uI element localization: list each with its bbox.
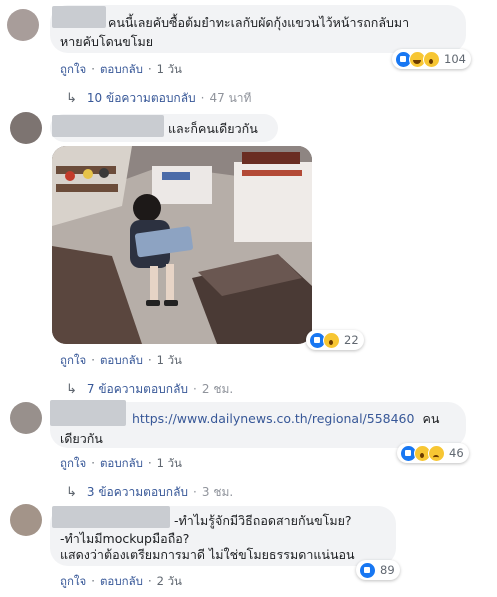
comment-text-line-3: แสดงว่าต้องเตรียมการมาดี ไม่ใช่ขโมยธรรมด… <box>60 547 355 562</box>
commenter-name-blurred[interactable] <box>52 506 170 528</box>
cctv-photo-image <box>52 146 312 344</box>
reply-link[interactable]: ตอบกลับ <box>100 353 143 367</box>
view-replies[interactable]: ↳ 10 ข้อความตอบกลับ · 47 นาที <box>66 89 251 108</box>
reaction-summary[interactable]: 46 <box>397 443 469 463</box>
replies-label[interactable]: 10 ข้อความตอบกลับ <box>87 91 196 105</box>
reply-arrow-icon: ↳ <box>66 91 77 106</box>
like-link[interactable]: ถูกใจ <box>60 353 86 367</box>
comment-actions: ถูกใจ · ตอบกลับ · 1 วัน <box>60 456 182 470</box>
comment-text-line-1: และก็คนเดียวกัน <box>168 121 258 136</box>
like-link[interactable]: ถูกใจ <box>60 574 86 588</box>
cctv-photo[interactable] <box>52 146 312 344</box>
comment-text-after-link: คน <box>422 411 440 426</box>
avatar[interactable] <box>10 402 42 434</box>
wow-icon <box>323 331 340 349</box>
replies-label[interactable]: 7 ข้อความตอบกลับ <box>87 382 188 396</box>
like-icon <box>359 561 376 579</box>
comment-time[interactable]: 1 วัน <box>157 456 182 470</box>
reply-link[interactable]: ตอบกลับ <box>100 456 143 470</box>
comment-text-line-1: -ทำไมรู้จักมีวิธีถอดสายกันขโมย? <box>174 513 352 528</box>
replies-time: 47 นาที <box>209 91 252 105</box>
view-replies[interactable]: ↳ 3 ข้อความตอบกลับ · 3 ชม. <box>66 483 233 502</box>
reaction-count: 22 <box>344 333 359 347</box>
replies-label[interactable]: 3 ข้อความตอบกลับ <box>87 485 188 499</box>
comment-actions: ถูกใจ · ตอบกลับ · 1 วัน <box>60 62 182 76</box>
comment-text-line-2: -ทำไมมีmockupมือถือ? <box>60 531 190 546</box>
replies-time: 3 ชม. <box>201 485 234 499</box>
avatar[interactable] <box>7 9 39 41</box>
avatar[interactable] <box>10 504 42 536</box>
reply-link[interactable]: ตอบกลับ <box>100 574 143 588</box>
avatar[interactable] <box>10 112 42 144</box>
reaction-summary[interactable]: 104 <box>392 49 471 69</box>
sad-icon <box>428 444 445 462</box>
view-replies[interactable]: ↳ 7 ข้อความตอบกลับ · 2 ชม. <box>66 380 233 399</box>
reply-arrow-icon: ↳ <box>66 382 77 397</box>
comment-time[interactable]: 1 วัน <box>157 62 182 76</box>
comment-text-line-1: คนนี้เลยคับซื้อต้มยำทะเลกับผัดกุ้งแขวนไว… <box>108 15 410 30</box>
comment-actions: ถูกใจ · ตอบกลับ · 2 วัน <box>60 574 182 588</box>
article-link[interactable]: https://www.dailynews.co.th/regional/558… <box>132 411 414 426</box>
reaction-summary[interactable]: 89 <box>356 560 400 580</box>
comment-actions: ถูกใจ · ตอบกลับ · 1 วัน <box>60 353 182 367</box>
reaction-summary[interactable]: 22 <box>306 330 364 350</box>
commenter-name-blurred[interactable] <box>52 6 106 28</box>
reaction-count: 46 <box>449 446 464 460</box>
like-link[interactable]: ถูกใจ <box>60 456 86 470</box>
reaction-count: 89 <box>380 563 395 577</box>
reaction-count: 104 <box>444 52 466 66</box>
like-link[interactable]: ถูกใจ <box>60 62 86 76</box>
comment-time[interactable]: 2 วัน <box>157 574 182 588</box>
replies-time: 2 ชม. <box>201 382 234 396</box>
comment-text-line-1: https://www.dailynews.co.th/regional/558… <box>132 410 439 427</box>
comment-time[interactable]: 1 วัน <box>157 353 182 367</box>
comment-text-line-2: เดียวกัน <box>60 431 103 446</box>
reply-link[interactable]: ตอบกลับ <box>100 62 143 76</box>
wow-icon <box>423 50 440 68</box>
commenter-name-blurred[interactable] <box>50 400 126 426</box>
reply-arrow-icon: ↳ <box>66 485 77 500</box>
comment-text-line-2: หายคับโดนขโมย <box>60 34 154 49</box>
commenter-name-blurred[interactable] <box>52 115 164 137</box>
